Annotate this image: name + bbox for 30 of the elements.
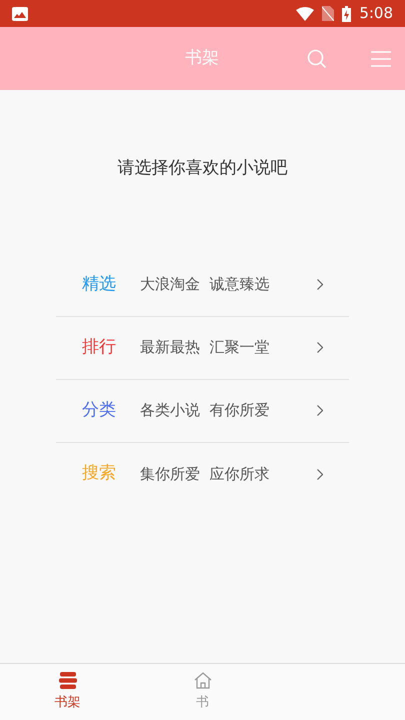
category-item[interactable]: 精选 大浪淘金 诚意臻选 (56, 254, 349, 316)
category-subtitle: 最新最热 汇聚一堂 (140, 337, 270, 358)
category-item[interactable]: 分类 各类小说 有你所爱 (56, 380, 349, 442)
chevron-right-icon (317, 405, 323, 416)
wifi-icon (296, 6, 314, 20)
nav-label: 书 (196, 694, 209, 712)
category-subtitle: 各类小说 有你所爱 (140, 400, 270, 422)
prompt-text: 请选择你喜欢的小说吧 (116, 157, 288, 180)
category-title: 分类 (82, 398, 117, 422)
search-icon[interactable] (307, 48, 327, 68)
category-subtitle: 集你所爱 应你所求 (140, 464, 270, 485)
category-title: 精选 (82, 272, 117, 296)
nav-label: 书架 (54, 694, 80, 712)
clock: 5:08 (359, 3, 393, 24)
category-item[interactable]: 搜索 集你所爱 应你所求 (56, 442, 349, 506)
nav-tab[interactable]: 书架 (0, 664, 135, 720)
home-icon (194, 672, 212, 689)
chevron-right-icon (317, 342, 323, 353)
chevron-right-icon (317, 468, 323, 480)
header-title: 书架 (185, 46, 219, 70)
category-title: 排行 (82, 336, 117, 359)
category-title: 搜索 (82, 462, 117, 486)
image-icon (12, 6, 28, 20)
books-icon (58, 672, 76, 689)
battery-icon (342, 6, 352, 22)
category-subtitle: 大浪淘金 诚意臻选 (140, 274, 270, 296)
chevron-right-icon (317, 279, 323, 290)
category-item[interactable]: 排行 最新最热 汇聚一堂 (56, 316, 349, 380)
menu-icon[interactable] (371, 50, 391, 66)
no-sim-icon (322, 6, 334, 21)
